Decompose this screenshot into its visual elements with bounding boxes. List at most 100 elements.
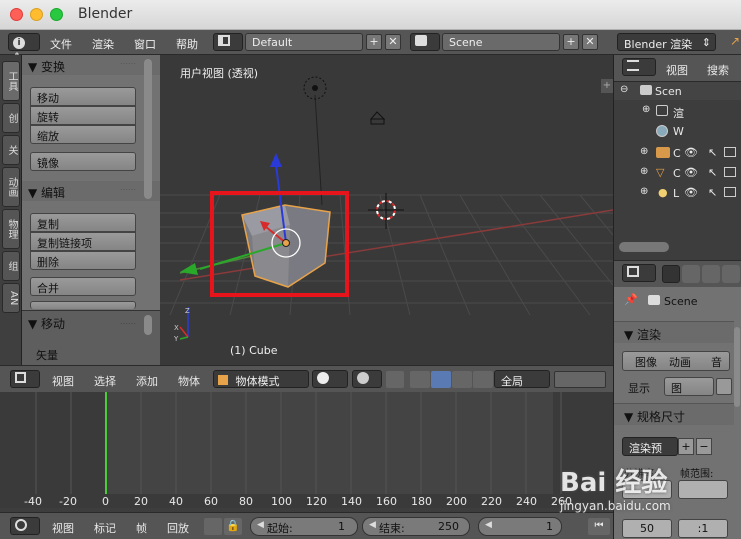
decrement-icon[interactable]: ◀ [369, 520, 376, 530]
duplicate-button[interactable]: 复制 [30, 213, 136, 232]
pivot-selector[interactable] [352, 370, 382, 388]
preview-range-icon[interactable] [204, 518, 222, 535]
add-layout-button[interactable]: + [366, 34, 382, 50]
tab-relations[interactable]: 关 [2, 135, 20, 165]
cursor-select-icon[interactable]: ↖ [708, 146, 717, 159]
timeline-editor-selector[interactable] [10, 517, 40, 535]
eye-icon[interactable]: 👁 [684, 166, 698, 179]
orientation-selector[interactable]: 全局 [494, 370, 550, 388]
cursor-select-icon[interactable]: ↖ [708, 166, 717, 179]
pin-icon[interactable]: 📌 [624, 293, 638, 306]
menu-add[interactable]: 添加 [136, 373, 158, 389]
render-camera-icon[interactable] [724, 187, 736, 197]
scale-manipulator-icon[interactable] [473, 371, 493, 388]
scene-name-field[interactable]: Scene [442, 33, 560, 51]
3d-cursor-icon[interactable] [368, 193, 404, 229]
add-preset-button[interactable]: + [678, 438, 694, 455]
layout-name-field[interactable]: Default [245, 33, 363, 51]
tab-an[interactable]: AN [2, 283, 20, 313]
lock-icon[interactable] [716, 378, 732, 395]
end-frame-field[interactable]: ◀ 结束: 250 [362, 517, 470, 536]
list-item[interactable]: ⊕ ▽ C 👁 ↖ [614, 164, 741, 182]
tab-create[interactable]: 创 [2, 103, 20, 133]
zoom-window-button[interactable] [50, 8, 63, 21]
join-button[interactable]: 合并 [30, 277, 136, 296]
move-button[interactable]: 移动 [30, 87, 136, 106]
start-frame-field[interactable]: ◀ 起始: 1 [250, 517, 358, 536]
menu-window[interactable]: 窗口 [134, 36, 156, 52]
layout-selector[interactable] [213, 33, 243, 51]
remove-preset-button[interactable]: − [696, 438, 712, 455]
layer-buttons[interactable] [554, 371, 606, 388]
timeline-area[interactable]: -40 -20 0 20 40 60 80 100 120 140 160 18… [0, 392, 613, 508]
menu-view[interactable]: 视图 [52, 373, 74, 389]
remove-scene-button[interactable]: ✕ [582, 34, 598, 50]
timeline-menu-frame[interactable]: 帧 [136, 520, 147, 536]
tab-tools[interactable]: 工具 [2, 61, 20, 101]
add-scene-button[interactable]: + [563, 34, 579, 50]
lock-icon[interactable]: 🔒 [224, 518, 242, 535]
list-item[interactable]: ⊕ ● L 👁 ↖ [614, 184, 741, 202]
minimize-window-button[interactable] [30, 8, 43, 21]
list-item[interactable]: ⊕ C 👁 ↖ [614, 144, 741, 162]
render-camera-icon[interactable] [724, 147, 736, 157]
decrement-icon[interactable]: ◀ [485, 520, 492, 530]
viewport-editor-selector[interactable] [10, 370, 40, 388]
layers-tab-icon[interactable] [682, 265, 700, 283]
translate-manipulator-icon[interactable] [431, 371, 451, 388]
axis-manipulator-icon[interactable] [410, 371, 430, 388]
timeline-menu-playback[interactable]: 回放 [167, 520, 189, 536]
properties-editor-selector[interactable] [622, 264, 656, 282]
timeline-menu-marker[interactable]: 标记 [94, 520, 116, 536]
display-selector[interactable]: 图 [664, 377, 714, 396]
render-animation-button[interactable]: 动画 [669, 354, 691, 370]
list-item[interactable]: W [614, 122, 741, 140]
scene-tab-icon[interactable] [702, 265, 720, 283]
outliner-scrollbar[interactable] [619, 242, 669, 252]
tool-shelf-scrollbar[interactable] [144, 59, 152, 199]
remove-layout-button[interactable]: ✕ [385, 34, 401, 50]
eye-icon[interactable]: 👁 [684, 186, 698, 199]
world-tab-icon[interactable] [722, 265, 740, 283]
menu-object[interactable]: 物体 [178, 373, 200, 389]
current-frame-field[interactable]: ◀ 1 [478, 517, 562, 536]
timeline-menu-view[interactable]: 视图 [52, 520, 74, 536]
render-panel-header[interactable]: ▼ 渲染 [614, 321, 734, 343]
outliner-search-menu[interactable]: 搜索 [707, 62, 729, 78]
outliner-editor-selector[interactable] [622, 58, 656, 76]
mirror-button[interactable]: 镜像 [30, 152, 136, 171]
camera-icon[interactable] [369, 111, 386, 125]
list-item[interactable]: ⊖ Scen [614, 82, 741, 100]
dimensions-panel-header[interactable]: ▼ 规格尺寸 [614, 403, 734, 425]
tab-physics[interactable]: 物理 [2, 209, 20, 249]
menu-file[interactable]: 文件 [50, 36, 72, 52]
menu-help[interactable]: 帮助 [176, 36, 198, 52]
shading-selector[interactable] [312, 370, 348, 388]
mode-selector[interactable]: 物体模式 [213, 370, 309, 388]
scene-selector[interactable] [410, 33, 440, 51]
partial-button[interactable] [30, 301, 136, 309]
render-engine-selector[interactable]: Blender 渲染 ⇕ [617, 33, 716, 51]
delete-button[interactable]: 删除 [30, 251, 136, 270]
list-item[interactable]: ⊕ 渲 [614, 102, 741, 120]
decrement-icon[interactable]: ◀ [257, 520, 264, 530]
eye-icon[interactable]: 👁 [684, 146, 698, 159]
menu-select[interactable]: 选择 [94, 373, 116, 389]
render-tab-icon[interactable] [662, 265, 680, 283]
manipulator-toggle-icon[interactable] [386, 371, 404, 388]
cursor-select-icon[interactable]: ↖ [708, 186, 717, 199]
transform-panel-header[interactable]: ▼ 变换 ⋯⋯ [22, 55, 160, 75]
tab-animation[interactable]: 动画 [2, 167, 20, 207]
menu-render[interactable]: 渲染 [92, 36, 114, 52]
tab-grease[interactable]: 组 [2, 251, 20, 281]
outliner-view-menu[interactable]: 视图 [666, 62, 688, 78]
edit-panel-header[interactable]: ▼ 编辑 ⋯⋯ [22, 181, 160, 201]
operator-scrollbar[interactable] [144, 315, 152, 335]
rotate-manipulator-icon[interactable] [452, 371, 472, 388]
render-image-button[interactable]: 图像 [635, 354, 657, 370]
properties-scrollbar[interactable] [734, 327, 740, 407]
render-audio-button[interactable]: 音 [711, 354, 722, 370]
properties-region-toggle[interactable]: + [601, 79, 613, 93]
close-window-button[interactable] [10, 8, 23, 21]
render-camera-icon[interactable] [724, 167, 736, 177]
